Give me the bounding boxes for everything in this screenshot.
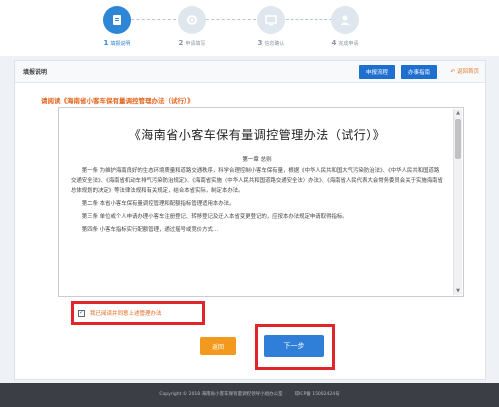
step-label: 填报说明 (110, 41, 131, 47)
step-number: 2 (178, 39, 184, 47)
flow-button[interactable]: 申报流程 (359, 65, 395, 79)
document-title: 《海南省小客车保有量调控管理办法（试行）》 (128, 128, 386, 142)
copyright-text: Copyright © 2018 海南省小客车保有量调控领导小组办公室 (159, 392, 283, 397)
back-home-link[interactable]: ↶ 返回首页 (450, 67, 479, 75)
back-home-label: 返回首页 (456, 69, 479, 75)
panel-header: 填报说明 申报流程 办事指南 ↶ 返回首页 (15, 61, 485, 83)
agree-label[interactable]: 我已阅读并同意上述管理办法 (90, 309, 162, 317)
back-button[interactable]: 返回 (200, 337, 236, 355)
scroll-thumb[interactable] (455, 119, 461, 159)
step-label: 信息确认 (264, 41, 285, 47)
icp-text: 琼ICP备 15002424号 (294, 392, 340, 397)
footer: Copyright © 2018 海南省小客车保有量调控领导小组办公室 琼ICP备… (0, 383, 499, 407)
guide-button[interactable]: 办事指南 (401, 65, 437, 79)
footer-text: Copyright © 2018 海南省小客车保有量调控领导小组办公室 琼ICP备… (0, 391, 499, 397)
gear-icon (178, 6, 206, 34)
document-content: 《海南省小客车保有量调控管理办法（试行）》 第一章 总则 第一条 为维护海南良好… (65, 114, 449, 296)
document-paragraph: 第四条 小客车指标实行配额管理，通过摇号或竞价方式... (81, 227, 219, 233)
step-number: 1 (103, 39, 109, 47)
reading-notice: 请阅读《海南省小客车保有量调控管理办法（试行）》 (41, 97, 194, 105)
step-4: 4 完成申请 (305, 6, 385, 47)
step-label: 申请填写 (185, 41, 206, 47)
panel-title: 填报说明 (23, 69, 48, 76)
return-icon: ↶ (450, 69, 455, 75)
next-highlight-box: 下一步 (255, 324, 335, 370)
document-viewer[interactable]: 《海南省小客车保有量调控管理办法（试行）》 第一章 总则 第一条 为维护海南良好… (58, 107, 464, 297)
document-paragraph: 第二条 本省小客车保有量调控管理和配额指标管理适用本办法。 (81, 201, 235, 207)
step-1: 1 填报说明 (77, 6, 157, 47)
scroll-down-icon[interactable]: ▼ (454, 287, 462, 295)
document-paragraph: 第一条 为维护海南良好的生态环境质量和道路交通秩序，科学合理控制小客车保有量，根… (71, 168, 443, 194)
step-progress-bar: 1 填报说明 2 申请填写 3 信息确认 4 完成申请 (0, 0, 499, 56)
step-number: 4 (331, 39, 337, 47)
user-icon (331, 6, 359, 34)
step-2: 2 申请填写 (152, 6, 232, 47)
agree-highlight-box: ✓ 我已阅读并同意上述管理办法 (71, 301, 205, 325)
step-3: 3 信息确认 (231, 6, 311, 47)
document-icon (103, 6, 131, 34)
check-icon: ✓ (78, 309, 85, 316)
step-label: 完成申请 (338, 41, 359, 47)
agree-checkbox[interactable]: ✓ (78, 309, 85, 317)
document-scrollbar[interactable]: ▲ ▼ (453, 109, 462, 295)
next-button[interactable]: 下一步 (264, 335, 324, 357)
main-panel: 填报说明 申报流程 办事指南 ↶ 返回首页 请阅读《海南省小客车保有量调控管理办法… (14, 60, 486, 380)
monitor-icon (257, 6, 285, 34)
step-number: 3 (257, 39, 263, 47)
document-paragraph: 第三条 单位或个人申请办理小客车注册登记、转移登记及迁入本省变更登记的，应按本办… (81, 214, 348, 220)
scroll-up-icon[interactable]: ▲ (454, 109, 462, 117)
chapter-heading: 第一章 总则 (242, 157, 272, 163)
